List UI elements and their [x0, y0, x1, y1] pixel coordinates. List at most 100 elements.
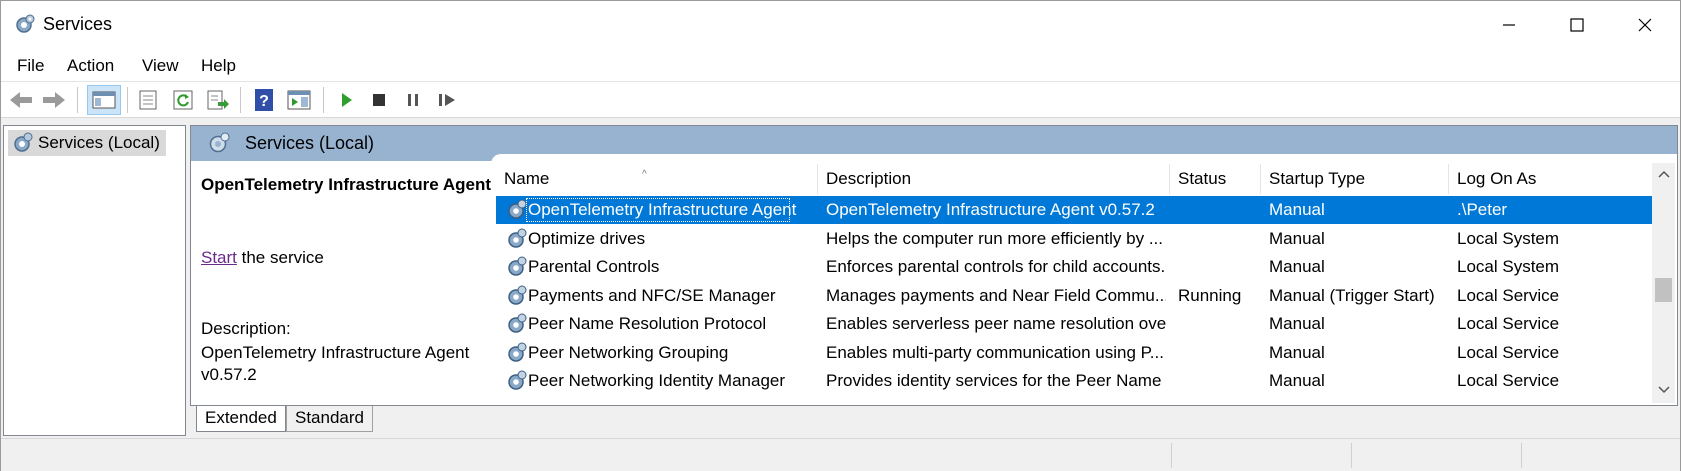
cell-description: Enables serverless peer name resolution …: [826, 314, 1166, 333]
menu-file[interactable]: File: [17, 56, 44, 76]
minimize-icon: [1503, 24, 1515, 26]
cell-status: [1178, 196, 1257, 224]
start-service-icon: [342, 93, 352, 107]
toolbar-separator: [77, 87, 78, 113]
cell-startup: Manual (Trigger Start): [1269, 285, 1435, 305]
chevron-down-icon: [1657, 386, 1670, 394]
tab-standard[interactable]: Standard: [286, 406, 373, 432]
svg-text:?: ?: [259, 93, 269, 110]
minimize-button[interactable]: [1475, 1, 1543, 49]
start-service-link[interactable]: Start: [201, 248, 237, 267]
show-action-pane-button[interactable]: [284, 85, 314, 115]
service-gear-icon: [508, 313, 527, 333]
cell-name: Optimize drives: [528, 228, 646, 248]
column-header-label: Name: [504, 169, 550, 188]
window-title: Services: [43, 14, 113, 34]
restart-service-button[interactable]: [433, 85, 463, 115]
services-panel: Services (Local) OpenTelemetry Infrastru…: [190, 125, 1678, 406]
panel-header: Services (Local): [191, 126, 1677, 164]
column-header-description[interactable]: Description: [818, 164, 1170, 194]
close-icon: [1638, 18, 1652, 32]
services-gear-icon: [209, 132, 230, 153]
action-suffix: the service: [236, 248, 324, 267]
cell-name: Peer Networking Grouping: [528, 342, 729, 362]
scroll-down-button[interactable]: [1652, 379, 1675, 401]
refresh-button[interactable]: [168, 85, 198, 115]
service-action: Start the service: [201, 248, 324, 268]
export-list-icon: [207, 90, 229, 110]
pause-service-button[interactable]: [398, 85, 428, 115]
vertical-scrollbar[interactable]: [1652, 163, 1675, 403]
table-row[interactable]: Peer Networking Grouping Enables multi-pa…: [496, 339, 1662, 367]
cell-description: Provides identity services for the Peer …: [826, 371, 1166, 390]
pause-service-icon: [408, 94, 418, 106]
column-header-log-on-as[interactable]: Log On As: [1449, 164, 1579, 194]
tree-item-services-local[interactable]: Services (Local): [8, 130, 166, 156]
maximize-button[interactable]: [1543, 1, 1611, 49]
column-header-label: Log On As: [1457, 169, 1537, 188]
stop-service-icon: [373, 94, 385, 106]
title-bar: Services: [1, 1, 1680, 49]
sort-ascending-icon: ^: [642, 169, 647, 180]
column-header-startup-type[interactable]: Startup Type: [1261, 164, 1449, 194]
column-header-label: Status: [1178, 169, 1227, 188]
panel-title: Services (Local): [245, 133, 375, 153]
service-gear-icon: [508, 256, 527, 276]
table-row[interactable]: Parental Controls Enforces parental contr…: [496, 253, 1662, 281]
stop-service-button[interactable]: [364, 85, 394, 115]
service-gear-icon: [508, 342, 527, 362]
cell-startup: Manual: [1269, 228, 1325, 248]
close-button[interactable]: [1611, 1, 1679, 49]
extended-info-pane: OpenTelemetry Infrastructure Agent Start…: [191, 161, 492, 405]
menu-help[interactable]: Help: [201, 56, 236, 76]
scrollbar-thumb[interactable]: [1655, 278, 1672, 302]
table-row[interactable]: Payments and NFC/SE Manager Manages payme…: [496, 282, 1662, 310]
table-row[interactable]: OpenTelemetry Infrastructure Agent OpenTe…: [496, 196, 1662, 224]
properties-icon: [139, 90, 157, 110]
export-list-button[interactable]: [203, 85, 233, 115]
services-gear-icon: [16, 14, 35, 33]
service-gear-icon: [508, 370, 527, 390]
column-header-name[interactable]: Name ^: [496, 164, 818, 194]
back-button[interactable]: [6, 85, 36, 115]
selected-service-name: OpenTelemetry Infrastructure Agent: [201, 175, 492, 194]
forward-arrow-icon: [43, 92, 65, 108]
menu-bar: File Action View Help: [1, 49, 1680, 82]
scroll-up-button[interactable]: [1652, 163, 1675, 185]
toolbar-separator: [240, 87, 241, 113]
status-bar: [1, 438, 1680, 471]
cell-logon: .\Peter: [1457, 200, 1508, 219]
toolbar-separator: [323, 87, 324, 113]
cell-description: Helps the computer run more efficiently …: [826, 228, 1164, 248]
cell-name: Peer Name Resolution Protocol: [528, 314, 767, 333]
cell-logon: Local Service: [1457, 371, 1560, 390]
restart-service-icon: [439, 94, 455, 106]
cell-startup: Manual: [1269, 200, 1325, 219]
forward-button[interactable]: [39, 85, 69, 115]
help-button[interactable]: ?: [249, 85, 279, 115]
services-list: Name ^ Description Status Startup Type L…: [496, 161, 1662, 405]
table-row[interactable]: Optimize drives Helps the computer run mo…: [496, 225, 1662, 253]
cell-description: Enables multi-party communication using …: [826, 342, 1164, 362]
start-service-button[interactable]: [331, 85, 361, 115]
cell-startup: Manual: [1269, 342, 1325, 362]
properties-button[interactable]: [133, 85, 163, 115]
column-header-status[interactable]: Status: [1170, 164, 1261, 194]
show-action-pane-icon: [287, 90, 311, 110]
chevron-up-icon: [1657, 170, 1670, 178]
cell-description: OpenTelemetry Infrastructure Agent v0.57…: [826, 200, 1155, 219]
menu-view[interactable]: View: [142, 56, 179, 76]
table-row[interactable]: Peer Name Resolution Protocol Enables ser…: [496, 310, 1662, 338]
service-gear-icon: [508, 285, 527, 305]
maximize-icon: [1570, 18, 1584, 32]
tab-extended[interactable]: Extended: [196, 406, 286, 432]
cell-startup: Manual: [1269, 371, 1325, 390]
show-hide-console-tree-icon: [92, 91, 116, 109]
cell-startup: Manual: [1269, 314, 1325, 333]
menu-action[interactable]: Action: [67, 56, 114, 76]
status-separator: [1171, 443, 1172, 468]
cell-status: [1178, 253, 1257, 281]
column-header-label: Description: [826, 169, 912, 188]
show-hide-console-tree-button[interactable]: [87, 85, 121, 115]
table-row[interactable]: Peer Networking Identity Manager Provides…: [496, 367, 1662, 395]
